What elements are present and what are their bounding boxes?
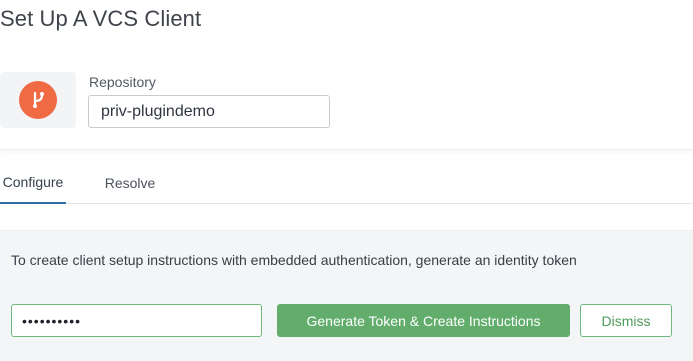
tab-configure[interactable]: Configure — [0, 162, 66, 204]
page-title: Set Up A VCS Client — [0, 6, 202, 31]
repository-section: Repository — [0, 70, 693, 150]
identity-token-password-field[interactable] — [11, 304, 262, 337]
dismiss-button[interactable]: Dismiss — [580, 304, 672, 337]
generate-token-button[interactable]: Generate Token & Create Instructions — [277, 304, 570, 337]
identity-token-instructions: To create client setup instructions with… — [11, 252, 577, 268]
tab-resolve[interactable]: Resolve — [100, 162, 160, 204]
repository-badge — [19, 81, 57, 119]
repository-input[interactable] — [88, 95, 330, 128]
repository-icon-container — [0, 72, 76, 128]
identity-token-panel: To create client setup instructions with… — [0, 230, 693, 361]
client-setup-tabs: Configure Resolve — [0, 162, 693, 204]
repository-label: Repository — [89, 74, 156, 90]
git-branch-icon — [33, 91, 44, 109]
vcs-client-setup-page: Set Up A VCS Client Repository Configure… — [0, 0, 693, 361]
